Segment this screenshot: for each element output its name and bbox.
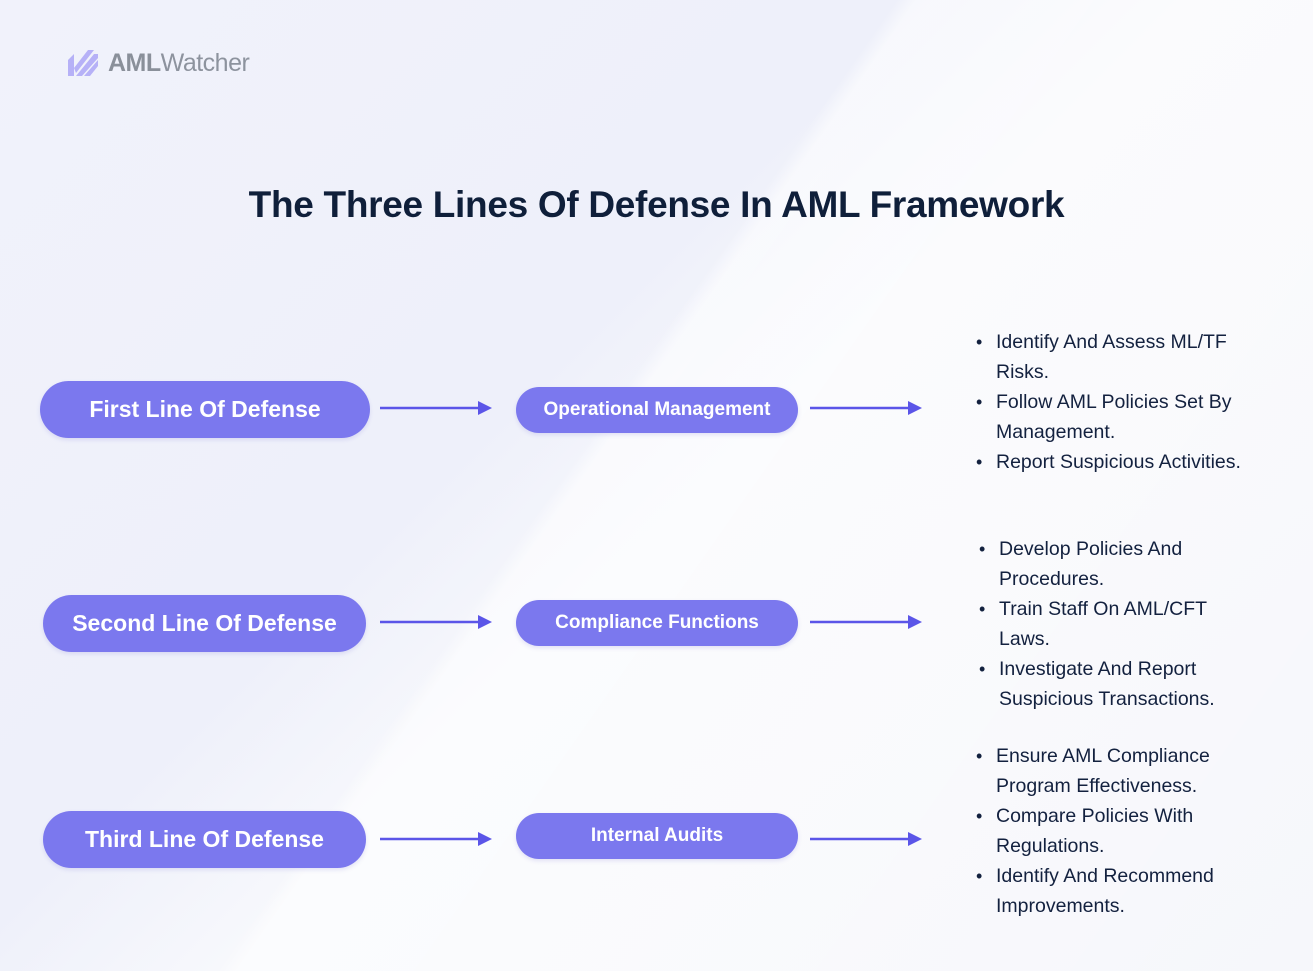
arrow-icon (380, 401, 494, 415)
arrow-icon (810, 832, 924, 846)
first-line-bullets: Identify And Assess ML/TF Risks. Follow … (976, 327, 1276, 477)
page-title: The Three Lines Of Defense In AML Framew… (248, 184, 1065, 225)
list-item: Compare Policies With Regulations. (976, 801, 1231, 861)
first-line-pill: First Line Of Defense (40, 381, 370, 438)
arrow-icon (380, 832, 494, 846)
list-item: Ensure AML Compliance Program Effectiven… (976, 741, 1246, 801)
list-item: Identify And Assess ML/TF Risks. (976, 327, 1256, 387)
internal-audits-pill: Internal Audits (516, 813, 798, 859)
third-line-bullets: Ensure AML Compliance Program Effectiven… (976, 741, 1266, 921)
list-item: Follow AML Policies Set By Management. (976, 387, 1256, 447)
logo-text: AMLWatcher (108, 48, 250, 77)
arrow-icon (380, 615, 494, 629)
striped-logo-icon (68, 50, 98, 76)
list-item: Investigate And Report Suspicious Transa… (979, 654, 1249, 714)
third-line-pill: Third Line Of Defense (43, 811, 366, 868)
arrow-icon (810, 401, 924, 415)
second-line-pill: Second Line Of Defense (43, 595, 366, 652)
arrow-icon (810, 615, 924, 629)
operational-management-pill: Operational Management (516, 387, 798, 433)
list-item: Identify And Recommend Improvements. (976, 861, 1261, 921)
list-item: Develop Policies And Procedures. (979, 534, 1219, 594)
list-item: Train Staff On AML/CFT Laws. (979, 594, 1239, 654)
list-item: Report Suspicious Activities. (976, 447, 1276, 477)
logo: AMLWatcher (66, 46, 250, 80)
second-line-bullets: Develop Policies And Procedures. Train S… (979, 534, 1249, 714)
compliance-functions-pill: Compliance Functions (516, 600, 798, 646)
